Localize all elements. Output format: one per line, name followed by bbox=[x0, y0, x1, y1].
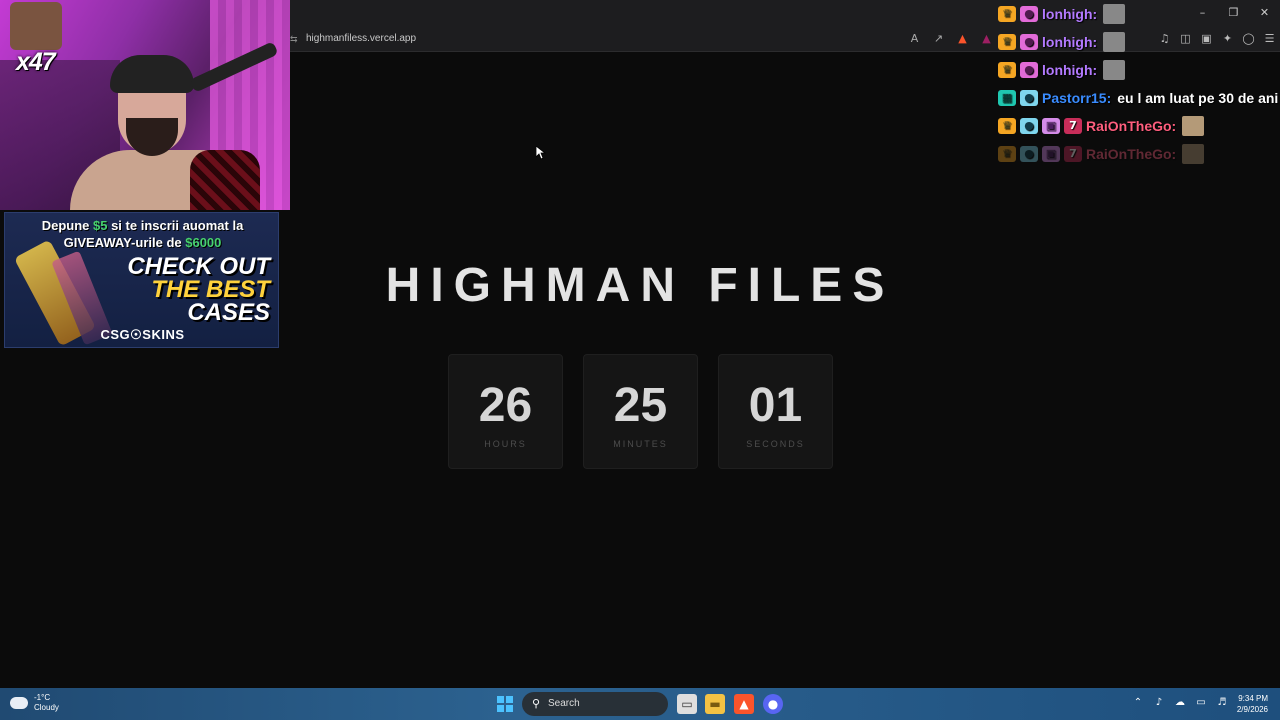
countdown-minutes: 25 MINUTES bbox=[583, 354, 698, 469]
chat-overlay: ♛ ● lonhigh: ♛ ● lonhigh: ♛ ● lonhigh: ▦… bbox=[998, 0, 1280, 168]
streamer-beanie bbox=[110, 55, 194, 93]
weather-text: -1°C Cloudy bbox=[34, 693, 59, 713]
countdown-hours: 26 HOURS bbox=[448, 354, 563, 469]
alien-badge-icon: ● bbox=[1020, 118, 1038, 134]
site-info-icon[interactable]: ⇆ bbox=[290, 34, 298, 46]
taskbar-search[interactable]: ⚲ Search bbox=[522, 692, 668, 716]
ad-brand: CSG☉SKINS bbox=[100, 327, 185, 342]
taskbar-clock[interactable]: 9:34 PM 2/9/2026 bbox=[1230, 693, 1268, 715]
ad-line1-suffix: si te inscrii auomat la bbox=[107, 218, 244, 233]
ad-headline-1: CHECK OUT bbox=[127, 253, 270, 280]
chat-text: eu l am luat pe 30 de ani bbox=[1117, 90, 1279, 106]
sprite-badge-icon: ● bbox=[1020, 34, 1038, 50]
ad-line1-prefix: Depune bbox=[41, 218, 93, 233]
chat-message: ♛ ● ▣ 7 RaiOnTheGo: bbox=[998, 112, 1280, 140]
streamer-webcam: x47 bbox=[0, 0, 290, 210]
cat-emote bbox=[1182, 116, 1205, 136]
emote-multiplier: x47 bbox=[16, 48, 56, 76]
cat-emote bbox=[1182, 144, 1205, 164]
start-button[interactable] bbox=[497, 696, 513, 712]
chat-emote bbox=[1103, 60, 1126, 80]
clock-time: 9:34 PM bbox=[1238, 694, 1268, 703]
gift-badge-icon: ▣ bbox=[1042, 118, 1060, 134]
cloud-icon bbox=[10, 697, 28, 709]
search-label: Search bbox=[548, 698, 580, 709]
windows-logo-icon bbox=[497, 696, 504, 703]
countdown-label: MINUTES bbox=[613, 439, 668, 449]
alien-badge-icon: ● bbox=[1020, 90, 1038, 106]
weather-temperature: -1°C bbox=[34, 693, 51, 702]
volume-icon[interactable]: ♬ bbox=[1216, 697, 1228, 709]
gift-badge-icon: ▣ bbox=[1042, 146, 1060, 162]
brave-browser-icon[interactable]: ▲ bbox=[734, 694, 754, 714]
emote-combo: x47 bbox=[4, 2, 66, 76]
share-icon[interactable]: ↗ bbox=[932, 32, 945, 46]
url-field[interactable]: highmanfiless.vercel.app bbox=[306, 33, 416, 44]
brave-shields-icon[interactable]: ▲ bbox=[956, 32, 969, 46]
streamer-shirt bbox=[190, 150, 260, 210]
countdown-label: SECONDS bbox=[746, 439, 805, 449]
og-badge-icon: ▦ bbox=[998, 90, 1016, 106]
ad-line-1: Depune $5 si te inscrii auomat la bbox=[5, 218, 278, 233]
address-bar-actions: A ↗ ▲ ▲ bbox=[908, 32, 993, 46]
crown-badge-icon: ♛ bbox=[998, 6, 1016, 22]
ad-giveaway-amount: $6000 bbox=[185, 235, 222, 250]
speaker-icon[interactable]: ♪ bbox=[1153, 697, 1165, 709]
weather-condition: Cloudy bbox=[34, 703, 59, 712]
countdown-value: 26 bbox=[478, 379, 533, 432]
task-view-icon[interactable]: ▭ bbox=[677, 694, 697, 714]
brave-rewards-icon[interactable]: ▲ bbox=[980, 32, 993, 46]
countdown-value: 01 bbox=[748, 379, 803, 432]
chat-message: ▦ ● Pastorr15: eu l am luat pe 30 de ani bbox=[998, 84, 1280, 112]
sprite-badge-icon: ● bbox=[1020, 6, 1038, 22]
tv-badge-icon: 7 bbox=[1064, 146, 1082, 162]
tv-badge-icon: 7 bbox=[1064, 118, 1082, 134]
chat-message: ♛ ● lonhigh: bbox=[998, 56, 1280, 84]
page-title: HIGHMAN FILES bbox=[385, 259, 895, 312]
weather-widget[interactable]: -1°C Cloudy bbox=[10, 693, 59, 713]
countdown-timer: 26 HOURS 25 MINUTES 01 SECONDS bbox=[448, 354, 833, 469]
system-tray: ⌃ ♪ ☁ ▭ ♬ bbox=[1132, 697, 1228, 709]
countdown-value: 25 bbox=[613, 379, 668, 432]
crown-badge-icon: ♛ bbox=[998, 146, 1016, 162]
ad-line-2: GIVEAWAY-urile de $6000 bbox=[5, 235, 278, 250]
clock-date: 2/9/2026 bbox=[1236, 705, 1268, 714]
taskbar: -1°C Cloudy ⚲ Search ▭ ▬ ▲ ● ⌃ ♪ ☁ ▭ ♬ 9… bbox=[0, 688, 1280, 720]
emote-image bbox=[10, 2, 62, 50]
chat-username: Pastorr15: bbox=[1042, 90, 1112, 106]
ad-headline-2: THE BEST bbox=[151, 276, 270, 303]
chat-username: RaiOnTheGo: bbox=[1086, 146, 1177, 162]
alien-badge-icon: ● bbox=[1020, 146, 1038, 162]
ad-deposit-amount: $5 bbox=[93, 218, 108, 233]
chat-emote bbox=[1103, 32, 1126, 52]
chat-username: lonhigh: bbox=[1042, 6, 1098, 22]
discord-icon[interactable]: ● bbox=[763, 694, 783, 714]
chat-username: lonhigh: bbox=[1042, 34, 1098, 50]
countdown-seconds: 01 SECONDS bbox=[718, 354, 833, 469]
search-icon: ⚲ bbox=[532, 697, 541, 710]
ad-line2-prefix: GIVEAWAY-urile de bbox=[63, 235, 186, 250]
ad-headline: CHECK OUT THE BEST CASES bbox=[127, 253, 270, 326]
crown-badge-icon: ♛ bbox=[998, 118, 1016, 134]
chat-username: RaiOnTheGo: bbox=[1086, 118, 1177, 134]
chevron-up-icon[interactable]: ⌃ bbox=[1132, 697, 1144, 709]
countdown-label: HOURS bbox=[484, 439, 527, 449]
chat-message: ♛ ● lonhigh: bbox=[998, 0, 1280, 28]
sponsor-ad[interactable]: Depune $5 si te inscrii auomat la GIVEAW… bbox=[4, 212, 279, 348]
chat-message: ♛ ● lonhigh: bbox=[998, 28, 1280, 56]
crown-badge-icon: ♛ bbox=[998, 62, 1016, 78]
chat-username: lonhigh: bbox=[1042, 62, 1098, 78]
chat-message: ♛ ● ▣ 7 RaiOnTheGo: bbox=[998, 140, 1280, 168]
crown-badge-icon: ♛ bbox=[998, 34, 1016, 50]
sprite-badge-icon: ● bbox=[1020, 62, 1038, 78]
onedrive-cloud-icon[interactable]: ☁ bbox=[1174, 697, 1186, 709]
ad-headline-3: CASES bbox=[187, 299, 270, 326]
translate-icon[interactable]: A bbox=[908, 32, 921, 46]
chat-emote bbox=[1103, 4, 1126, 24]
file-explorer-icon[interactable]: ▬ bbox=[705, 694, 725, 714]
display-icon[interactable]: ▭ bbox=[1195, 697, 1207, 709]
